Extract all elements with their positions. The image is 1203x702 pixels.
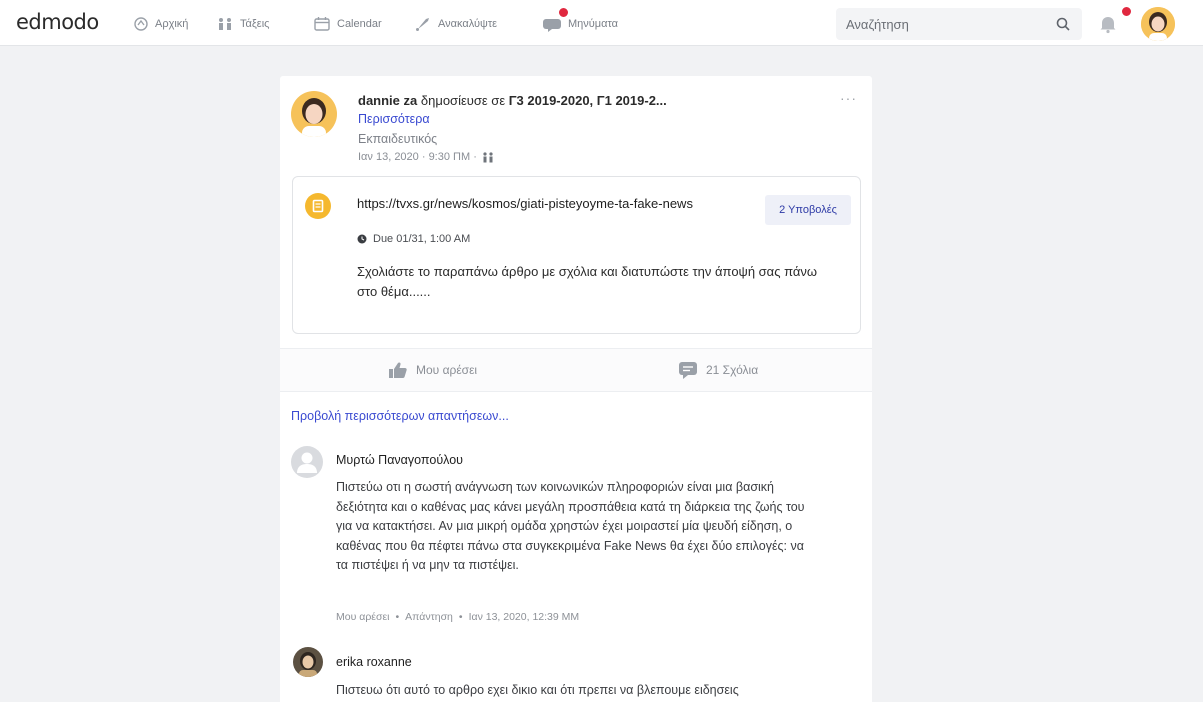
nav-calendar[interactable]: Calendar — [313, 15, 382, 33]
calendar-icon — [314, 17, 330, 31]
commenter-avatar-placeholder[interactable] — [291, 446, 323, 478]
chat-icon — [543, 19, 561, 32]
assignment-due: Due 01/31, 1:00 AM — [357, 233, 470, 245]
post-groups[interactable]: Γ3 2019-2020, Γ1 2019-2... — [509, 93, 667, 108]
comment-actions: Μου αρέσει • Απάντηση • Ιαν 13, 2020, 12… — [336, 611, 579, 623]
search-input[interactable] — [846, 8, 1046, 40]
post-options-icon[interactable]: ··· — [840, 90, 857, 106]
commenter-avatar-image — [293, 647, 323, 677]
more-groups-link[interactable]: Περισσότερα — [358, 112, 430, 126]
comment-timestamp: Ιαν 13, 2020, 12:39 ΜΜ — [468, 611, 580, 623]
nav-discover[interactable]: Ανακαλύψτε — [414, 15, 497, 33]
like-button[interactable]: Μου αρέσει — [388, 361, 477, 379]
separator-dot: • — [395, 611, 400, 623]
comment-icon — [679, 362, 697, 379]
author-name[interactable]: dannie za — [358, 93, 417, 108]
nav-calendar-label: Calendar — [337, 18, 382, 30]
user-avatar-image — [1141, 7, 1175, 41]
default-user-icon — [297, 452, 317, 473]
comment-like-link[interactable]: Μου αρέσει — [336, 611, 389, 623]
nav-messages-label: Μηνύματα — [568, 18, 619, 30]
post-timestamp: Ιαν 13, 2020 · 9:30 ΠΜ · — [358, 151, 477, 163]
comment-text: Πιστευω ότι αυτό το αρθρο εχει δικιο και… — [336, 683, 739, 697]
separator-dot: • — [458, 611, 463, 623]
audience-icon — [483, 152, 493, 163]
submissions-button[interactable]: 2 Υποβολές — [765, 195, 851, 225]
home-icon — [134, 17, 148, 31]
clock-icon — [357, 234, 367, 244]
nav-discover-label: Ανακαλύψτε — [438, 18, 498, 30]
commenter-avatar[interactable] — [293, 647, 323, 677]
nav-classes-label: Τάξεις — [240, 18, 270, 30]
comments-button[interactable]: 21 Σχόλια — [678, 361, 758, 379]
author-avatar[interactable] — [291, 91, 337, 137]
rocket-icon — [416, 18, 429, 31]
notifications-badge — [1121, 6, 1132, 17]
commenter-name[interactable]: erika roxanne — [336, 655, 412, 669]
nav-classes[interactable]: Τάξεις — [216, 15, 269, 33]
view-more-replies-link[interactable]: Προβολή περισσότερων απαντήσεων... — [291, 409, 509, 423]
like-label: Μου αρέσει — [416, 363, 478, 377]
assignment-icon — [305, 193, 331, 219]
nav-messages[interactable]: Μηνύματα — [542, 15, 618, 33]
author-role: Εκπαιδευτικός — [358, 132, 438, 146]
post-meta: Ιαν 13, 2020 · 9:30 ΠΜ · — [358, 151, 495, 163]
post-action-bar: Μου αρέσει 21 Σχόλια — [280, 348, 872, 392]
comment-text: Πιστεύω οτι η σωστή ανάγνωση των κοινωνι… — [336, 480, 805, 572]
post-author-line: dannie za δημοσίευσε σε Γ3 2019-2020, Γ1… — [358, 93, 667, 108]
top-navigation-bar: edmodo Αρχική Τάξεις Calendar Ανακαλύψτε… — [0, 0, 1203, 46]
edmodo-logo[interactable]: edmodo — [16, 10, 99, 34]
commenter-name[interactable]: Μυρτώ Παναγοπούλου — [336, 453, 463, 467]
posted-in-text: δημοσίευσε σε — [417, 93, 509, 108]
nav-home[interactable]: Αρχική — [133, 15, 188, 33]
assignment-card[interactable]: https://tvxs.gr/news/kosmos/giati-pistey… — [292, 176, 861, 334]
user-avatar[interactable] — [1141, 7, 1175, 41]
assignment-description: Σχολιάστε το παραπάνω άρθρο με σχόλια κα… — [357, 264, 818, 299]
comment-reply-link[interactable]: Απάντηση — [405, 611, 453, 623]
post-card: dannie za δημοσίευσε σε Γ3 2019-2020, Γ1… — [280, 76, 872, 702]
nav-home-label: Αρχική — [155, 18, 189, 30]
classes-icon — [219, 18, 231, 30]
author-avatar-image — [291, 91, 337, 137]
comments-count-label: 21 Σχόλια — [706, 363, 759, 377]
messages-notification-badge — [558, 7, 569, 18]
assignment-title[interactable]: https://tvxs.gr/news/kosmos/giati-pistey… — [357, 196, 693, 211]
thumbs-up-icon — [389, 362, 407, 378]
search-box[interactable] — [836, 8, 1082, 40]
due-date: Due 01/31, 1:00 AM — [373, 233, 471, 245]
bell-icon[interactable] — [1099, 14, 1117, 34]
search-icon[interactable] — [1056, 17, 1070, 31]
